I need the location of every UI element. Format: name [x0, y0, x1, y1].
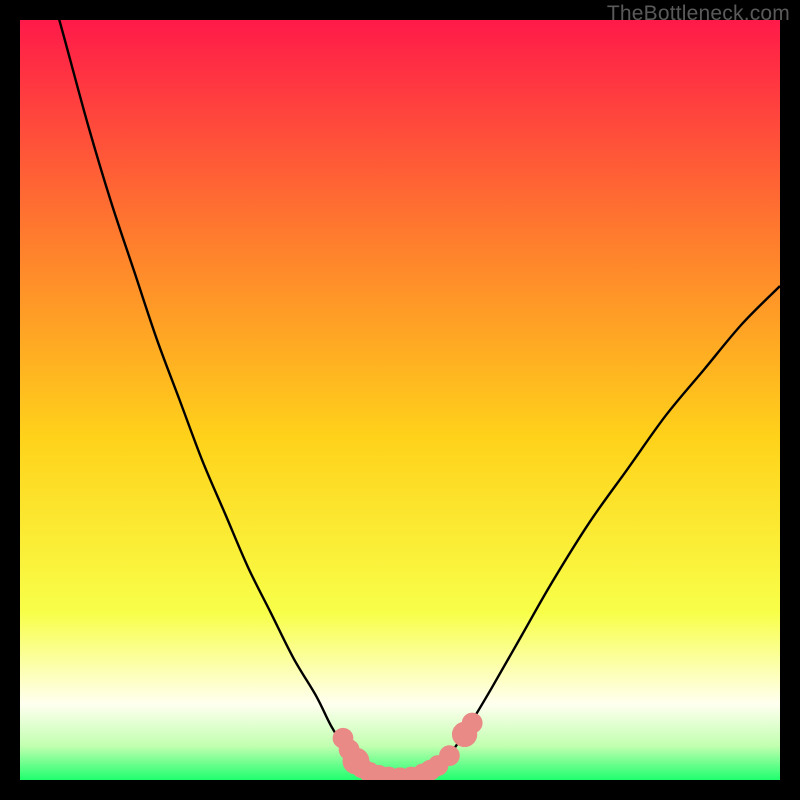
data-marker — [440, 746, 460, 766]
gradient-background — [20, 20, 780, 780]
attribution-text: TheBottleneck.com — [607, 2, 790, 26]
data-marker — [462, 713, 482, 733]
plot-area — [20, 20, 780, 780]
chart-frame: TheBottleneck.com — [0, 0, 800, 800]
bottleneck-chart — [20, 20, 780, 780]
